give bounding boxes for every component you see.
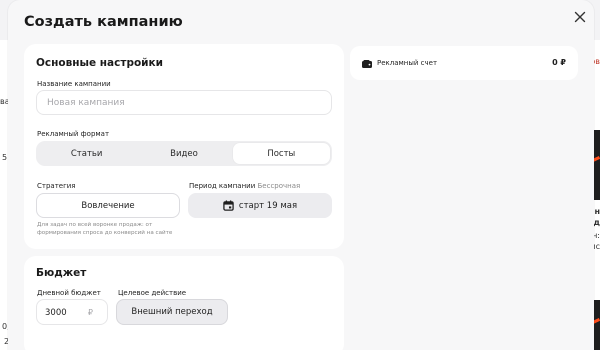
strategy-help-text: Для задач по всей воронке продаж: от фор… bbox=[37, 222, 173, 236]
period-label: Период кампании Бессрочная bbox=[189, 182, 300, 190]
close-button[interactable] bbox=[572, 9, 588, 25]
target-action-value: Внешний переход bbox=[131, 307, 213, 317]
ad-account-balance: 0 ₽ bbox=[552, 58, 566, 67]
target-action-select[interactable]: Внешний переход bbox=[116, 299, 228, 325]
budget-title: Бюджет bbox=[36, 267, 87, 279]
ad-account-label: Рекламный счет bbox=[377, 59, 438, 67]
ad-format-option-posts[interactable]: Посты bbox=[232, 143, 330, 164]
currency-symbol: ₽ bbox=[87, 308, 93, 317]
strategy-label: Стратегия bbox=[37, 182, 76, 190]
ad-format-label: Рекламный формат bbox=[37, 130, 110, 138]
period-hint: Бессрочная bbox=[257, 182, 301, 190]
campaign-name-label: Название кампании bbox=[37, 80, 111, 88]
calendar-icon bbox=[223, 200, 234, 211]
basic-settings-card: Основные настройки Название кампании Рек… bbox=[24, 44, 344, 249]
period-select[interactable]: старт 19 мая bbox=[188, 193, 332, 218]
ad-format-selector: Статьи Видео Посты bbox=[36, 141, 332, 166]
target-action-label: Целевое действие bbox=[118, 289, 187, 297]
daily-budget-input[interactable]: 3000 ₽ bbox=[36, 299, 108, 325]
period-label-text: Период кампании bbox=[189, 182, 256, 190]
basic-settings-title: Основные настройки bbox=[36, 57, 164, 69]
ad-account-card: Рекламный счет 0 ₽ bbox=[350, 46, 578, 80]
wallet-icon bbox=[362, 60, 372, 68]
ad-format-option-articles[interactable]: Статьи bbox=[38, 143, 135, 164]
daily-budget-value: 3000 bbox=[45, 308, 67, 318]
modal-title: Создать кампанию bbox=[24, 14, 183, 30]
period-value: старт 19 мая bbox=[238, 200, 298, 211]
strategy-value: Вовлечение bbox=[81, 200, 135, 211]
ad-format-option-video[interactable]: Видео bbox=[135, 143, 232, 164]
campaign-name-input[interactable] bbox=[36, 90, 332, 115]
daily-budget-label: Дневной бюджет bbox=[37, 289, 101, 297]
close-icon bbox=[574, 11, 586, 23]
strategy-select[interactable]: Вовлечение bbox=[36, 193, 180, 218]
background-text-fragment: 5 bbox=[2, 153, 8, 162]
budget-card: Бюджет Дневной бюджет 3000 ₽ Целевое дей… bbox=[24, 256, 344, 350]
create-campaign-modal: Создать кампанию Основные настройки Назв… bbox=[8, 0, 594, 350]
